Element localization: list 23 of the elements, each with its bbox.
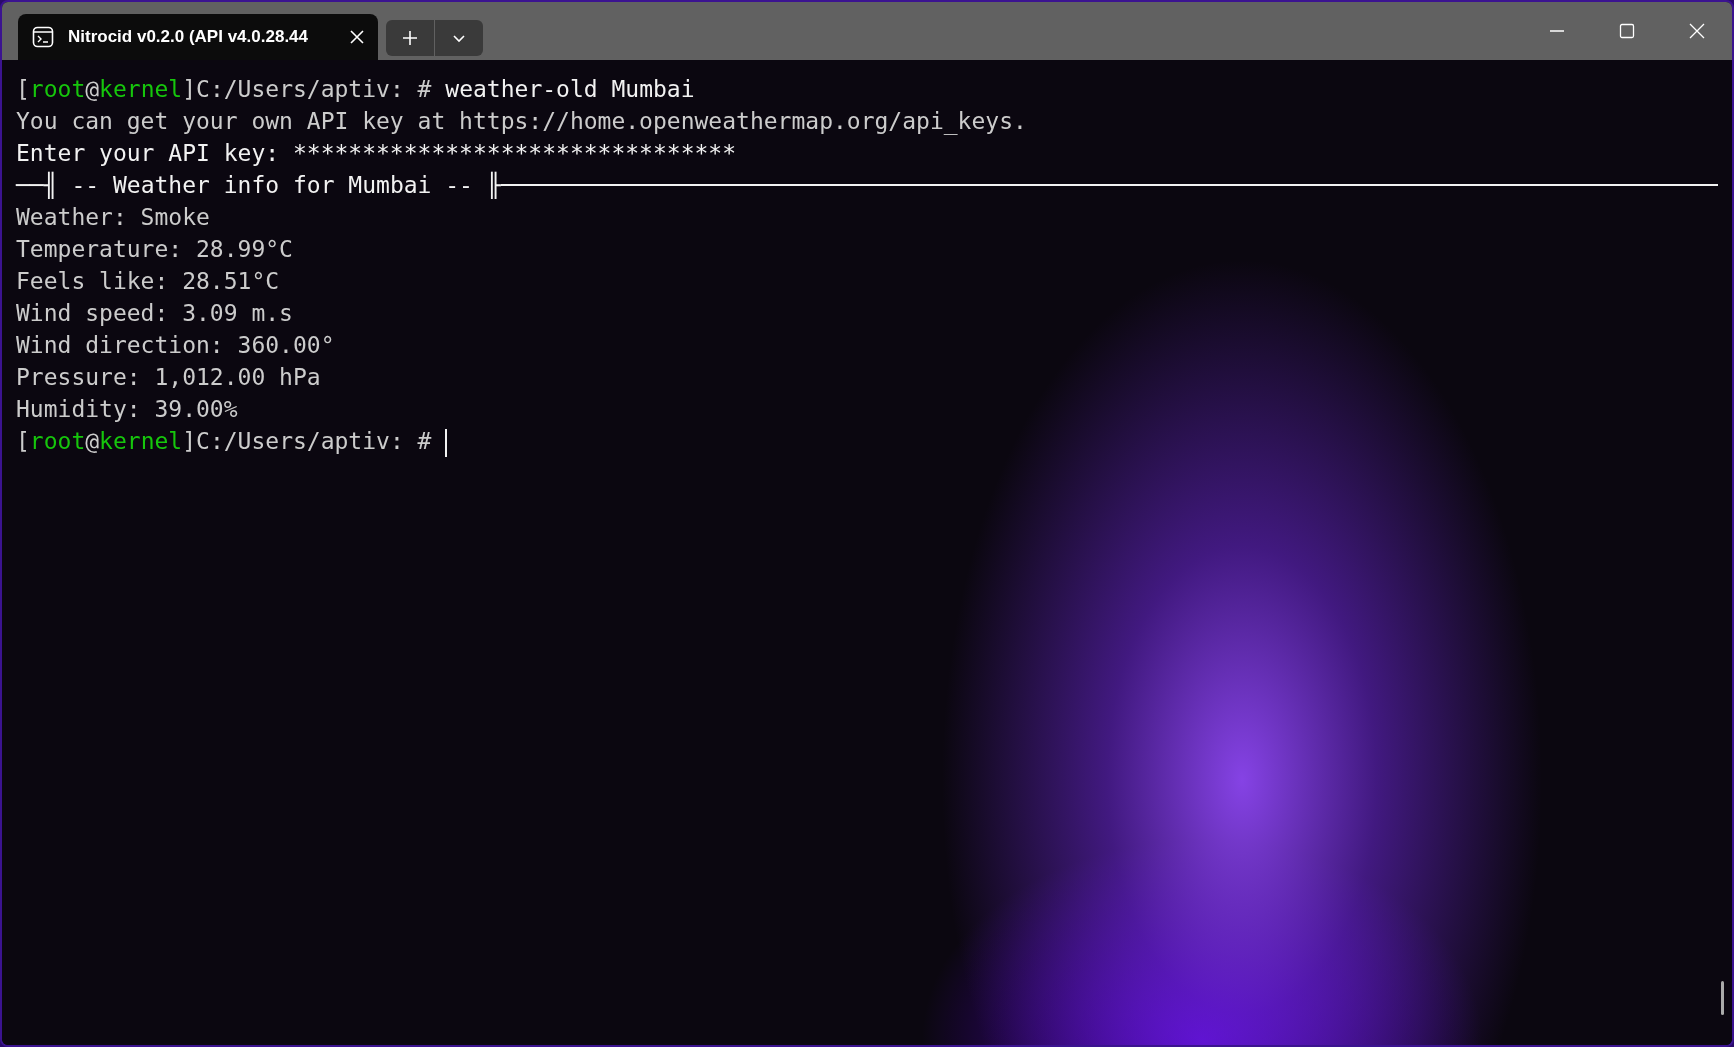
terminal-tab[interactable]: Nitrocid v0.2.0 (API v4.0.28.44 — [18, 14, 378, 60]
section-header: -- Weather info for Mumbai -- — [70, 171, 474, 200]
new-tab-button[interactable] — [386, 20, 434, 56]
output-line: Temperature: 28.99°C — [16, 236, 293, 262]
prompt-line: [root@kernel]C:/Users/aptiv: # — [16, 428, 433, 454]
output-line: Feels like: 28.51°C — [16, 268, 280, 294]
minimize-icon — [1549, 30, 1565, 32]
close-icon[interactable] — [350, 30, 364, 44]
prompt-line: [root@kernel]C:/Users/aptiv: # weather-old Mumbai — [16, 76, 695, 102]
close-icon — [1689, 23, 1705, 39]
output-line: Wind direction: 360.00° — [16, 332, 335, 358]
output-line: Wind speed: 3.09 m.s — [16, 300, 293, 326]
output-line: Enter your API key: ******************************** — [16, 140, 737, 166]
maximize-icon — [1619, 23, 1635, 39]
output-line: Humidity: 39.00% — [16, 396, 238, 422]
output-line: You can get your own API key at https://home.openweathermap.org/api_keys. — [16, 108, 1027, 134]
box-border: ──╢ — [16, 170, 58, 201]
output-line: Pressure: 1,012.00 hPa — [16, 364, 321, 390]
scrollbar-thumb[interactable] — [1721, 981, 1724, 1015]
box-border: ╟ — [486, 170, 501, 201]
output-line: Weather: Smoke — [16, 204, 210, 230]
terminal-icon — [32, 26, 54, 48]
plus-icon — [402, 30, 418, 46]
